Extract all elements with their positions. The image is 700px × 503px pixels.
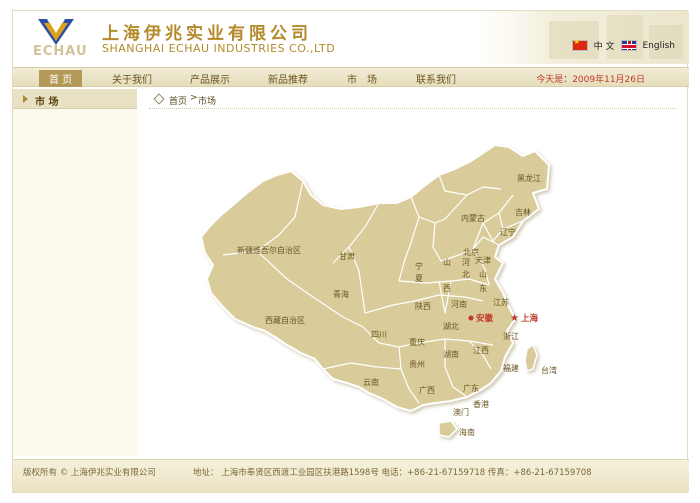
label-qinghai: 青海 [333, 289, 349, 299]
lang-en-link[interactable]: English [643, 41, 676, 51]
shanghai-star-icon[interactable]: ★ [510, 313, 519, 324]
label-hunan: 湖南 [443, 349, 459, 359]
breadcrumb-separator: > [190, 93, 198, 103]
breadcrumb-current: 市场 [198, 97, 217, 107]
label-liaoning: 辽宁 [500, 227, 516, 237]
label-jiangsu: 江苏 [493, 297, 509, 307]
map-mainland [200, 144, 550, 412]
china-flag-icon[interactable] [571, 38, 588, 51]
logo-word: ECHAU [33, 44, 88, 59]
label-chongqing: 重庆 [409, 337, 425, 347]
label-ningxia-1: 宁 [415, 261, 423, 271]
lang-cn-link[interactable]: 中 文 [594, 39, 615, 52]
label-zhejiang: 浙江 [503, 331, 519, 341]
label-fujian: 福建 [503, 363, 519, 373]
breadcrumb-home[interactable]: 首页 [169, 94, 187, 107]
label-sichuan: 四川 [371, 330, 387, 339]
map-taiwan [524, 343, 538, 372]
label-hainan: 海南 [459, 427, 475, 437]
label-guizhou: 贵州 [409, 359, 425, 369]
label-xinjiang: 新疆维吾尔自治区 [237, 245, 301, 255]
label-hebei-1: 河 [462, 257, 470, 267]
label-jilin: 吉林 [515, 207, 531, 217]
label-jiangxi: 江西 [473, 346, 489, 355]
label-xizang: 西藏自治区 [265, 315, 305, 325]
label-guangxi: 广西 [419, 385, 435, 395]
nav-home[interactable]: 首 页 [39, 70, 83, 87]
nav-products[interactable]: 产品展示 [190, 71, 230, 86]
label-xianggang: 香港 [473, 399, 489, 409]
label-anhui[interactable]: 安徽 [476, 313, 494, 324]
anhui-marker-icon[interactable] [468, 315, 474, 321]
label-guangdong: 广东 [463, 383, 479, 393]
footer: 版权所有 © 上海伊兆实业有限公司 地址： 上海市奉贤区西渡工业园区扶港路159… [13, 459, 689, 492]
nav-about[interactable]: 关于我们 [112, 71, 152, 86]
sidebar-title: 市 场 [35, 97, 59, 108]
china-map: 黑龙江 吉林 辽宁 内蒙古 新疆维吾尔自治区 甘肃 北京 天津 河 北 山 西 … [200, 144, 557, 438]
nav-contact[interactable]: 联系我们 [416, 71, 456, 86]
header-photo [479, 11, 689, 64]
nav-new-products[interactable]: 新品推荐 [268, 71, 308, 86]
label-shanghai[interactable]: 上海 [521, 313, 539, 324]
map-hainan [438, 420, 458, 438]
contact-address: 地址： 上海市奉贤区西渡工业园区扶港路1598号 电话：+86-21-67159… [193, 468, 592, 478]
main-nav: 首 页 关于我们 产品展示 新品推荐 市 场 联系我们 今天是：2009年11月… [13, 67, 689, 87]
label-henan: 河南 [451, 299, 467, 309]
company-name-cn: 上海伊兆实业有限公司 [102, 24, 312, 44]
label-aomen: 澳门 [453, 407, 469, 417]
label-shandong-1: 山 [479, 269, 487, 279]
nav-market[interactable]: 市 场 [347, 71, 377, 86]
uk-flag-icon[interactable] [620, 40, 637, 51]
label-ningxia-2: 夏 [415, 274, 423, 283]
label-shandong-2: 东 [479, 283, 487, 293]
label-yunnan: 云南 [363, 377, 379, 387]
label-tianjin: 天津 [475, 255, 491, 265]
copyright: 版权所有 © 上海伊兆实业有限公司 [23, 468, 156, 478]
arrow-right-icon [23, 95, 28, 103]
label-hebei-2: 北 [462, 270, 470, 279]
breadcrumb: 首页 > 市场 [149, 91, 677, 109]
page-frame: ECHAU 上海伊兆实业有限公司 SHANGHAI ECHAU INDUSTRI… [12, 10, 689, 493]
today-date: 今天是：2009年11月26日 [536, 75, 645, 85]
label-neimenggu: 内蒙古 [461, 213, 485, 223]
label-shanxi-2: 西 [443, 284, 451, 293]
logo-icon[interactable] [36, 17, 76, 47]
header: ECHAU 上海伊兆实业有限公司 SHANGHAI ECHAU INDUSTRI… [13, 11, 689, 64]
language-switcher: 中 文 English [571, 38, 676, 52]
diamond-icon [153, 93, 165, 105]
sidebar-header[interactable]: 市 场 [13, 89, 137, 109]
label-heilongjiang: 黑龙江 [517, 173, 541, 183]
label-taiwan: 台湾 [541, 365, 557, 375]
label-gansu: 甘肃 [339, 251, 355, 261]
label-hubei: 湖北 [443, 322, 459, 331]
sidebar: 市 场 [13, 89, 137, 456]
label-shaanxi: 陕西 [415, 301, 431, 311]
label-shanxi-1: 山 [443, 257, 451, 267]
company-name-en: SHANGHAI ECHAU INDUSTRIES CO.,LTD [102, 42, 336, 55]
